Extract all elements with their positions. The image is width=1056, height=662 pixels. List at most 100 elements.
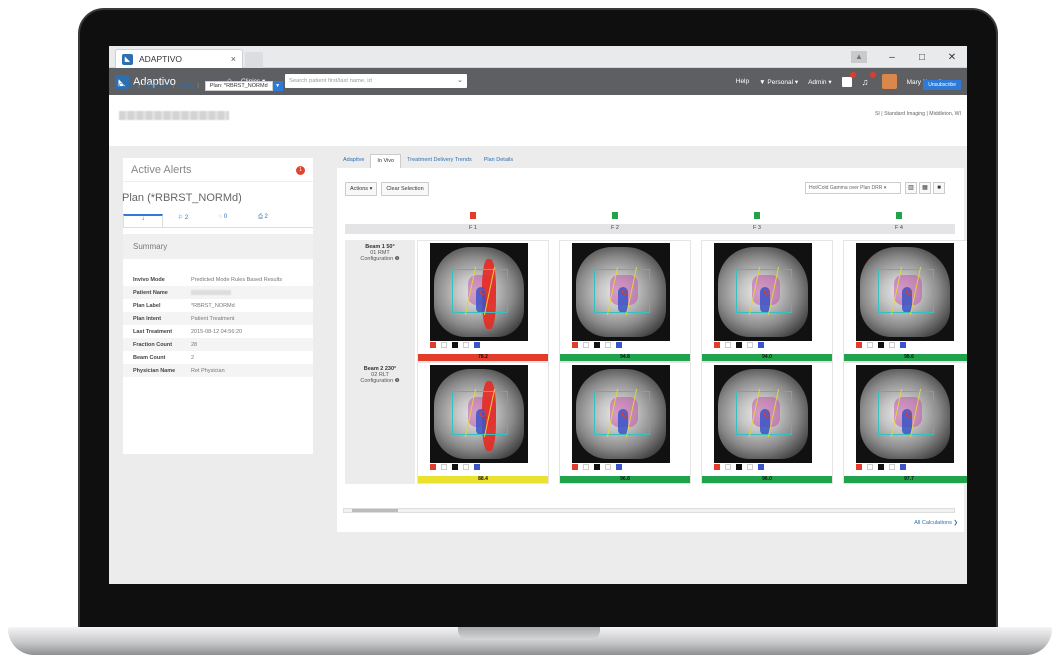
summary-key: Physician Name <box>133 367 176 374</box>
legend-swatch <box>725 342 731 348</box>
tab-documents[interactable]: ⎙ 2 <box>243 214 283 227</box>
gamma-image-cell[interactable]: 97.7 <box>843 362 967 484</box>
legend-swatch <box>452 464 458 470</box>
summary-key: Plan Label <box>133 302 161 309</box>
fraction-status-marker[interactable] <box>612 212 618 219</box>
beam-config[interactable]: Configuration ❶ <box>345 256 415 262</box>
profile-icon[interactable]: ▲ <box>851 51 867 63</box>
gamma-image[interactable] <box>856 243 954 341</box>
tab-treatment-delivery-trends[interactable]: Treatment Delivery Trends <box>401 154 478 168</box>
gamma-score-bar: 96.8 <box>560 476 690 483</box>
view-select[interactable]: Hot/Cold Gamma over Plan DRR ▾ <box>805 182 901 194</box>
tab-flags[interactable]: ⚐ 2 <box>163 214 203 227</box>
legend-swatch <box>856 342 862 348</box>
tab-summary[interactable]: ↓ <box>123 214 163 227</box>
minimize-button[interactable]: – <box>877 52 907 63</box>
tab-title: ADAPTIVO <box>139 54 182 64</box>
legend-swatch <box>616 342 622 348</box>
gamma-image[interactable] <box>430 365 528 463</box>
app-window: ◣ ADAPTIVO × ▲ – □ ✕ ◣ Adaptivo ⌂ Clinic… <box>109 46 967 584</box>
view-single-icon[interactable]: ■ <box>933 182 945 194</box>
actions-button[interactable]: Actions ▾ <box>345 182 378 196</box>
isocenter-marker <box>480 289 486 295</box>
help-link[interactable]: Help <box>736 78 749 85</box>
tab-close-icon[interactable]: × <box>231 54 236 64</box>
new-tab-button[interactable] <box>245 52 263 68</box>
beam-config[interactable]: Configuration ❶ <box>345 378 415 384</box>
summary-row: Plan Label *RBRST_NORMd <box>123 299 313 312</box>
browser-tab[interactable]: ◣ ADAPTIVO × <box>115 49 243 68</box>
gamma-image[interactable] <box>572 243 670 341</box>
gamma-image[interactable] <box>856 365 954 463</box>
gamma-image-cell[interactable]: 96.0 <box>701 362 833 484</box>
summary-header: Summary <box>123 234 313 259</box>
gamma-image-cell[interactable]: 94.8 <box>559 240 691 362</box>
gamma-image[interactable] <box>430 243 528 341</box>
tab-comments[interactable]: ◌ 0 <box>203 214 243 227</box>
horizontal-scrollbar[interactable] <box>343 508 955 513</box>
summary-value: *RBRST_NORMd <box>191 302 235 309</box>
gamma-image-cell[interactable]: 98.6 <box>843 240 967 362</box>
isocenter-marker <box>622 289 628 295</box>
tab-in-vivo[interactable]: In Vivo <box>370 154 402 168</box>
active-alerts[interactable]: Active Alerts 1 <box>123 158 313 182</box>
isocenter-marker <box>906 411 912 417</box>
plan-select[interactable]: Plan: *RBRST_NORMd <box>204 81 273 91</box>
legend-swatch <box>758 342 764 348</box>
fraction-status-marker[interactable] <box>470 212 476 219</box>
scrollbar-thumb[interactable] <box>352 509 398 512</box>
patient-name-redacted <box>119 111 229 120</box>
admin-menu[interactable]: Admin ▾ <box>808 78 832 86</box>
legend-swatch <box>878 342 884 348</box>
right-panel: Adaptive In Vivo Treatment Delivery Tren… <box>337 154 967 532</box>
search-placeholder: Search patient first/last name, id <box>289 78 372 84</box>
color-legend <box>856 342 906 348</box>
legend-swatch <box>736 464 742 470</box>
alerts-badge: 1 <box>296 166 305 175</box>
laptop-mockup: ◣ ADAPTIVO × ▲ – □ ✕ ◣ Adaptivo ⌂ Clinic… <box>0 0 1056 662</box>
fraction-status-marker[interactable] <box>896 212 902 219</box>
gamma-image[interactable] <box>572 365 670 463</box>
bell-icon[interactable]: ♫ <box>862 71 876 87</box>
gamma-image[interactable] <box>714 243 812 341</box>
close-window-button[interactable]: ✕ <box>937 52 967 63</box>
avatar[interactable] <box>881 74 897 89</box>
tab-plan-details[interactable]: Plan Details <box>478 154 519 168</box>
gamma-image-cell[interactable]: 88.4 <box>417 362 549 484</box>
legend-swatch <box>441 464 447 470</box>
summary-value: 2 <box>191 354 195 361</box>
legend-swatch <box>900 342 906 348</box>
fraction-label: F 4 <box>895 225 903 231</box>
crumb-clinics[interactable]: Clinics <box>119 83 135 89</box>
unsubscribe-button[interactable]: Unsubscribe <box>923 80 961 90</box>
personal-menu[interactable]: ▼ Personal ▾ <box>759 78 798 86</box>
crumb-patient[interactable]: Patient <box>177 83 194 89</box>
chevron-down-icon[interactable]: ⌄ <box>457 74 463 88</box>
plan-select-caret-icon[interactable]: ▼ <box>272 81 283 91</box>
patient-search-input[interactable]: Search patient first/last name, id ⌄ <box>285 74 467 88</box>
gamma-image-cell[interactable]: 96.8 <box>559 362 691 484</box>
fraction-label: F 1 <box>469 225 477 231</box>
all-calculations-link[interactable]: All Calculations ❯ <box>914 520 958 526</box>
beam-label: Beam 2 230° 02 RLT Configuration ❶ <box>345 362 415 484</box>
legend-swatch <box>900 464 906 470</box>
legend-swatch <box>430 464 436 470</box>
gamma-image-cell[interactable]: 78.2 <box>417 240 549 362</box>
messages-icon[interactable] <box>841 71 856 87</box>
isocenter-marker <box>906 289 912 295</box>
fraction-status-marker[interactable] <box>754 212 760 219</box>
adaptivo-logo-icon: ◣ <box>122 53 133 65</box>
summary-row: Last Treatment 2015-08-12 04:56:20 <box>123 325 313 338</box>
clear-selection-button[interactable]: Clear Selection <box>381 182 429 196</box>
crumb-patient-list[interactable]: Patient List <box>143 83 170 89</box>
view-columns-icon[interactable]: ▥ <box>905 182 917 194</box>
gamma-image-cell[interactable]: 94.0 <box>701 240 833 362</box>
gamma-score-bar: 97.7 <box>844 476 967 483</box>
legend-swatch <box>736 342 742 348</box>
maximize-button[interactable]: □ <box>907 52 937 63</box>
summary-row: Invivo Mode Predicted Mode Rules Based Re… <box>123 273 313 286</box>
gamma-image[interactable] <box>714 365 812 463</box>
view-grid-icon[interactable]: ▦ <box>919 182 931 194</box>
fraction-label: F 3 <box>753 225 761 231</box>
tab-adaptive[interactable]: Adaptive <box>337 154 370 168</box>
